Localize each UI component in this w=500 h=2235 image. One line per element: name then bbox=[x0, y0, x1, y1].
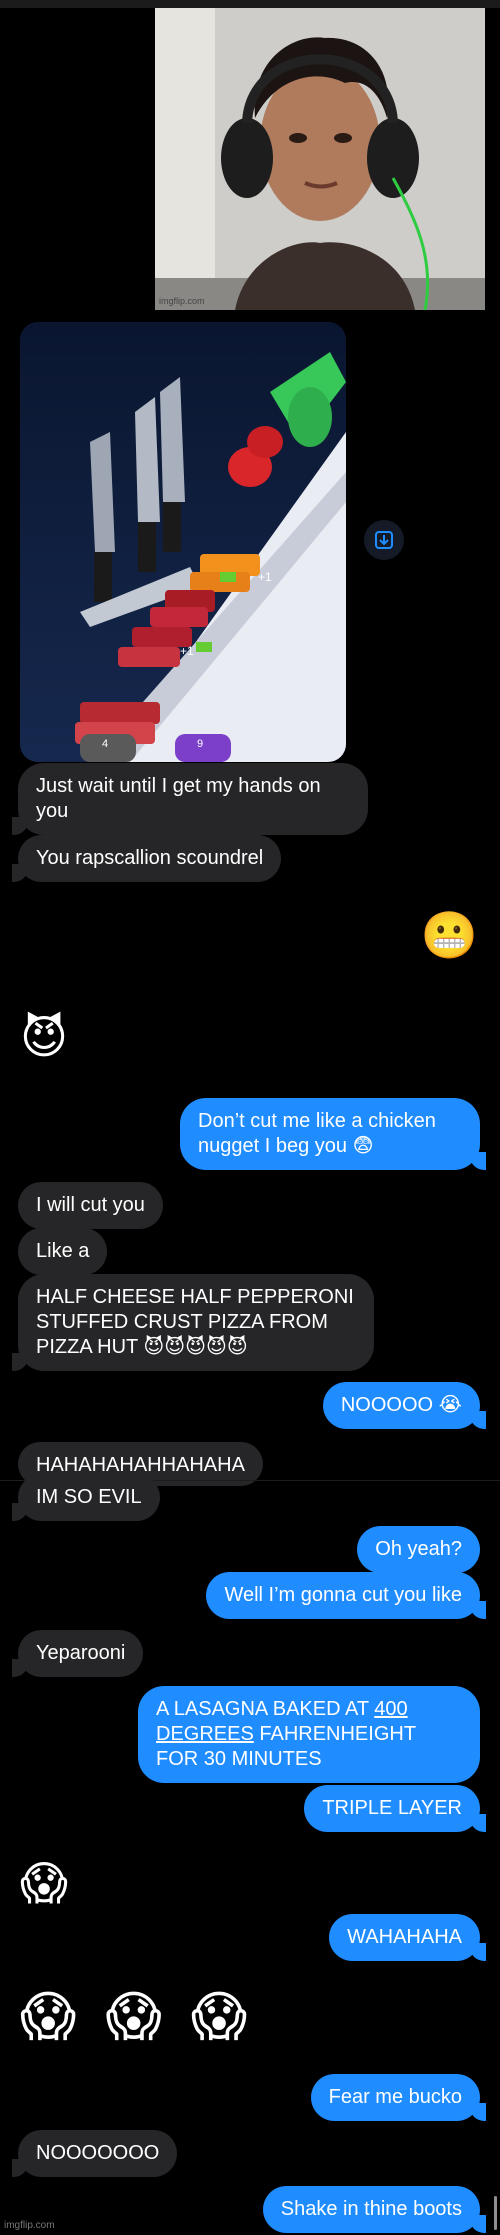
message-sent[interactable]: A LASAGNA BAKED AT 400 DEGREES FAHRENHEI… bbox=[138, 1686, 480, 1783]
bonus-label: +1 bbox=[258, 570, 272, 584]
message-received[interactable]: IM SO EVIL bbox=[12, 1474, 160, 1521]
game-scene bbox=[20, 322, 346, 762]
message-received[interactable]: NOOOOOOO bbox=[11, 2130, 178, 2177]
message-text: Oh yeah? bbox=[375, 1538, 462, 1560]
message-text: Just wait until I get my hands on you bbox=[36, 775, 321, 822]
message-text: You rapscallion scoundrel bbox=[36, 847, 264, 869]
emoji-message[interactable]: 😈 bbox=[20, 1010, 68, 1064]
message-sent[interactable]: Oh yeah? bbox=[357, 1526, 480, 1573]
person-photo bbox=[155, 8, 485, 310]
message-received[interactable]: Like a bbox=[18, 1228, 108, 1275]
message-sent[interactable]: TRIPLE LAYER bbox=[304, 1785, 486, 1832]
message-sent[interactable]: Don’t cut me like a chicken nugget I beg… bbox=[180, 1098, 486, 1170]
photo-watermark: imgflip.com bbox=[159, 296, 205, 306]
imgflip-watermark: imgflip.com bbox=[4, 2220, 55, 2231]
data-detector-link[interactable]: DEGREES bbox=[156, 1723, 254, 1745]
message-text: TRIPLE LAYER bbox=[322, 1797, 462, 1819]
score-badge: 9 bbox=[197, 738, 204, 750]
emoji-message[interactable]: 😱 bbox=[20, 1856, 68, 1910]
message-received[interactable]: Yeparooni bbox=[11, 1630, 144, 1677]
message-text: WAHAHAHA bbox=[347, 1926, 462, 1948]
message-received[interactable]: HALF CHEESE HALF PEPPERONI STUFFED CRUST… bbox=[12, 1274, 374, 1371]
message-text: HAHAHAHAHHAHAHA bbox=[36, 1454, 245, 1476]
message-sent[interactable]: Fear me bucko bbox=[310, 2074, 487, 2121]
devil-emoji-icon: 😈 bbox=[20, 1010, 68, 1064]
screaming-emoji-icon: 😱 😱 😱 bbox=[20, 1985, 254, 2048]
screaming-emoji-icon: 😱 bbox=[20, 1856, 68, 1910]
message-text: Yeparooni bbox=[36, 1642, 126, 1664]
message-text: I will cut you bbox=[36, 1194, 145, 1216]
emoji-message[interactable]: 😬 bbox=[421, 908, 478, 962]
message-sent[interactable]: Well I’m gonna cut you like bbox=[206, 1572, 486, 1619]
top-edge bbox=[0, 0, 500, 8]
bonus-label: +1 bbox=[180, 644, 194, 658]
emoji-message[interactable]: 😱 😱 😱 bbox=[20, 1990, 253, 2044]
message-sent[interactable]: NOOOOO 😭 bbox=[322, 1382, 487, 1429]
message-text: HALF CHEESE HALF PEPPERONI STUFFED CRUST… bbox=[36, 1286, 354, 1358]
message-sent[interactable]: Shake in thine boots bbox=[262, 2186, 487, 2233]
message-text: Well I’m gonna cut you like bbox=[224, 1584, 462, 1606]
message-text: Don’t cut me like a chicken nugget I beg… bbox=[198, 1110, 436, 1157]
download-icon bbox=[375, 531, 393, 549]
message-received[interactable]: I will cut you bbox=[18, 1182, 163, 1229]
webcam-photo[interactable]: imgflip.com bbox=[155, 8, 485, 310]
message-received[interactable]: Just wait until I get my hands on you bbox=[12, 763, 368, 835]
message-text: NOOOOOOO bbox=[36, 2142, 160, 2164]
message-text: Fear me bucko bbox=[328, 2086, 462, 2108]
message-text: NOOOOO 😭 bbox=[340, 1394, 462, 1416]
grimace-emoji-icon: 😬 bbox=[420, 908, 478, 962]
game-screenshot[interactable]: +1 +1 4 9 bbox=[20, 322, 346, 762]
message-text: Shake in thine boots bbox=[280, 2198, 462, 2220]
message-text: Like a bbox=[36, 1240, 90, 1262]
data-detector-link[interactable]: 400 bbox=[374, 1698, 407, 1720]
message-received[interactable]: You rapscallion scoundrel bbox=[11, 835, 282, 882]
message-sent[interactable]: WAHAHAHA bbox=[329, 1914, 486, 1961]
message-text: IM SO EVIL bbox=[36, 1486, 142, 1508]
scrollbar[interactable] bbox=[494, 2196, 497, 2230]
save-image-button[interactable] bbox=[364, 520, 404, 560]
score-badge: 4 bbox=[102, 738, 109, 750]
message-text: A LASAGNA BAKED AT bbox=[156, 1698, 375, 1720]
